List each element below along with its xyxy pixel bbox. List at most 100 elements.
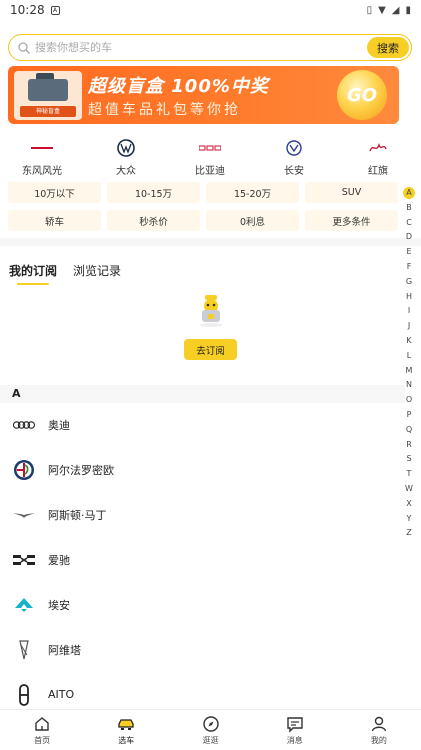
promo-banner[interactable]: 神秘盲盒 超级盲盒 100%中奖 超值车品礼包等你抢 GO [8,66,399,124]
brand-list-name: AITO [48,688,75,701]
banner-subtitle: 超值车品礼包等你抢 [88,102,241,118]
filter-chip-15-20w[interactable]: 15-20万 [206,182,299,203]
brand-hongqi[interactable]: 红旗 [336,138,420,178]
nav-choose-car[interactable]: 选车 [84,710,168,750]
tab-my-subscriptions[interactable]: 我的订阅 [9,262,57,285]
alpha-index-b[interactable]: B [403,201,415,216]
list-item-avatr[interactable]: 阿维塔 [0,627,405,672]
filter-chip-more[interactable]: 更多条件 [305,210,398,231]
battery-icon: ▮ [405,4,411,16]
filter-chip-flash-sale[interactable]: 秒杀价 [107,210,200,231]
nav-label: 逛逛 [202,735,219,745]
alpha-index-o[interactable]: O [403,393,415,408]
alpha-index-f[interactable]: F [403,260,415,275]
nav-label: 选车 [118,735,135,745]
list-item-aston-martin[interactable]: 阿斯顿·马丁 [0,492,405,537]
status-bar: 10:28 A ▯ ▼ ◢ ▮ [0,0,421,20]
alpha-index-l[interactable]: L [403,349,415,364]
nav-explore[interactable]: 逛逛 [168,710,252,750]
alpha-index-k[interactable]: K [403,334,415,349]
alpha-index-i[interactable]: I [403,304,415,319]
brand-list-name: 阿维塔 [48,643,81,657]
car-icon [118,718,134,730]
banner-go-badge: GO [337,70,387,120]
alpha-index-p[interactable]: P [403,408,415,423]
banner-title: 超级盲盒 100%中奖 [88,76,269,97]
vw-logo [117,138,135,158]
alpha-index-h[interactable]: H [403,290,415,305]
compass-icon [202,715,219,732]
subscription-tabs: 我的订阅 浏览记录 [9,262,121,285]
notification-icon: A [50,5,60,15]
hot-brands: 东风风光 大众 比亚迪 长安 红旗 [0,138,421,178]
brand-list-name: 阿斯顿·马丁 [48,508,107,522]
changan-logo [286,138,302,158]
search-box: 搜索 [8,34,412,61]
alpha-index-x[interactable]: X [403,497,415,512]
brand-list-name: 奥迪 [48,418,70,432]
product-tag: 神秘盲盒 [20,106,76,117]
brand-dongfeng[interactable]: 东风风光 [0,138,84,178]
brand-list-name: 埃安 [48,598,70,612]
brand-name: 比亚迪 [195,166,225,177]
filter-chip-suv[interactable]: SUV [305,182,398,203]
filter-chips: 10万以下 10-15万 15-20万 SUV 轿车 秒杀价 0利息 更多条件 [8,182,400,231]
user-icon [371,716,387,731]
brand-name: 长安 [284,166,304,177]
brand-list-name: 爱驰 [48,553,70,567]
alfa-romeo-logo [13,459,35,481]
home-icon [35,716,49,731]
alphabet-index[interactable]: A B C D E F G H I J K L M N O P Q R S T … [403,186,415,541]
alpha-index-d[interactable]: D [403,230,415,245]
list-item-alfa-romeo[interactable]: 阿尔法罗密欧 [0,447,405,492]
search-icon [18,41,30,54]
brand-byd[interactable]: 比亚迪 [168,138,252,178]
message-icon [287,716,303,733]
nav-label: 我的 [370,735,387,745]
nav-home[interactable]: 首页 [0,710,84,750]
alpha-index-c[interactable]: C [403,216,415,231]
alpha-index-w[interactable]: W [403,482,415,497]
alpha-index-m[interactable]: M [403,364,415,379]
nav-messages[interactable]: 消息 [253,710,337,750]
list-item-aiways[interactable]: 爱驰 [0,537,405,582]
list-item-aion[interactable]: 埃安 [0,582,405,627]
section-divider [0,238,421,246]
alpha-index-q[interactable]: Q [403,423,415,438]
audi-logo [13,414,35,436]
brand-vw[interactable]: 大众 [84,138,168,178]
nav-profile[interactable]: 我的 [337,710,421,750]
vibrate-icon: ▯ [366,4,373,16]
brand-list: 奥迪 阿尔法罗密欧 阿斯顿·马丁 爱驰 埃安 阿维塔 AITO [0,402,405,717]
brand-name: 红旗 [368,166,388,177]
alpha-index-n[interactable]: N [403,378,415,393]
byd-logo [199,138,221,158]
section-letter-header: A [0,385,405,403]
mystery-box-image: 神秘盲盒 [14,71,82,120]
status-time: 10:28 [10,3,45,17]
wifi-icon: ▼ [378,4,386,16]
alpha-index-r[interactable]: R [403,438,415,453]
filter-chip-under-10w[interactable]: 10万以下 [8,182,101,203]
aston-martin-logo [13,504,35,526]
filter-chip-10-15w[interactable]: 10-15万 [107,182,200,203]
alpha-index-z[interactable]: Z [403,526,415,541]
brand-changan[interactable]: 长安 [252,138,336,178]
alpha-index-y[interactable]: Y [403,512,415,527]
alpha-index-j[interactable]: J [403,319,415,334]
alpha-index-e[interactable]: E [403,245,415,260]
tab-browse-history[interactable]: 浏览记录 [73,262,121,283]
brand-name: 大众 [116,166,136,177]
alpha-index-s[interactable]: S [403,452,415,467]
alpha-index-a[interactable]: A [403,187,415,200]
aiways-logo [13,549,35,571]
list-item-audi[interactable]: 奥迪 [0,402,405,447]
alpha-index-t[interactable]: T [403,467,415,482]
filter-chip-zero-interest[interactable]: 0利息 [206,210,299,231]
empty-subscription-illustration [200,295,222,327]
search-input[interactable] [35,41,411,54]
alpha-index-g[interactable]: G [403,275,415,290]
subscribe-button[interactable]: 去订阅 [184,339,237,360]
search-button[interactable]: 搜索 [367,37,409,58]
filter-chip-sedan[interactable]: 轿车 [8,210,101,231]
